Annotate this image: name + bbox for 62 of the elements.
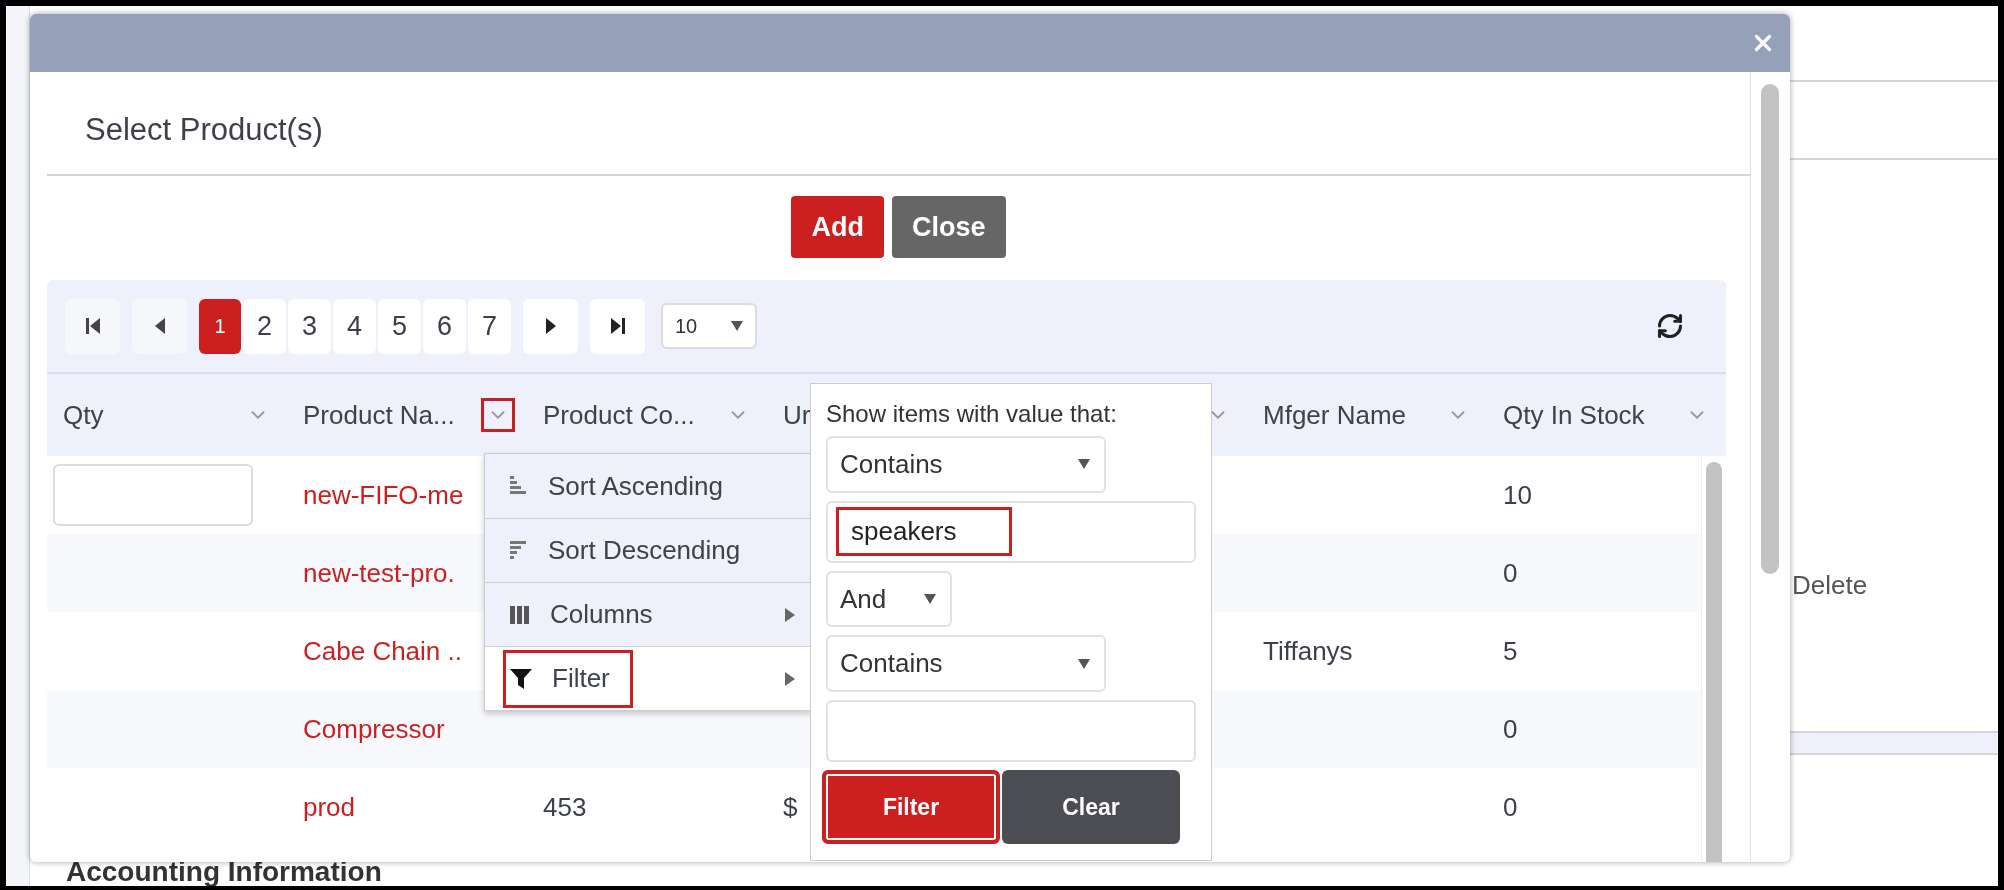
scrollbar-thumb[interactable] (1706, 462, 1722, 862)
table-cell: 0 (1503, 791, 1518, 823)
modal-title: Select Product(s) (85, 112, 323, 148)
product-name-link[interactable]: new-test-pro. (303, 557, 455, 589)
filter-value-field[interactable] (826, 700, 1196, 763)
page-button[interactable]: 7 (468, 298, 511, 354)
column-header: Product Co... (543, 399, 695, 431)
page-button[interactable]: 1 (199, 298, 241, 354)
table-cell: 10 (1503, 479, 1532, 511)
clear-button[interactable]: Clear (1002, 770, 1180, 845)
product-name-link[interactable]: Compressor (303, 713, 445, 745)
submenu-arrow-icon (785, 671, 795, 686)
first-page-button[interactable] (65, 298, 120, 354)
page-button[interactable]: 6 (423, 298, 466, 354)
delete-link[interactable]: Delete (1792, 570, 1868, 601)
table-cell: 0 (1503, 713, 1518, 745)
page-button[interactable]: 5 (378, 298, 421, 354)
submenu-arrow-icon (785, 607, 795, 622)
product-name-link[interactable]: prod (303, 791, 356, 823)
close-button[interactable]: Close (891, 196, 1006, 258)
caret-icon (1078, 459, 1090, 470)
logic-select[interactable]: And (826, 570, 952, 628)
previous-page-button[interactable] (132, 298, 187, 354)
caret-icon (731, 321, 743, 331)
menu-item[interactable]: Sort Ascending (503, 457, 746, 515)
column-header: Product Na... (303, 399, 455, 431)
column-header: Mfger Name (1263, 399, 1407, 431)
menu-item[interactable]: Columns (503, 585, 676, 644)
table-cell: Tiffanys (1263, 635, 1353, 667)
menu-item[interactable]: Sort Descending (503, 521, 764, 580)
filter-prompt: Show items with value that: (826, 400, 1118, 428)
column-header: Qty (63, 399, 104, 431)
caret-icon (1078, 658, 1090, 669)
scrollbar-thumb[interactable] (1761, 84, 1779, 574)
filter-button[interactable]: Filter (822, 770, 1000, 845)
columns-icon (510, 605, 530, 624)
add-button[interactable]: Add (791, 196, 884, 258)
menu-item[interactable]: Filter (503, 649, 633, 708)
last-page-button[interactable] (590, 298, 645, 354)
sort-descending-icon (510, 540, 528, 561)
filter-value-field[interactable]: speakers (826, 500, 1196, 563)
last-page-icon (609, 317, 626, 335)
page-button[interactable]: 2 (243, 298, 286, 354)
column-header: Qty In Stock (1503, 399, 1645, 431)
page-size-select[interactable]: 10 (661, 303, 757, 349)
column-header: Ur (783, 399, 811, 431)
page-button[interactable]: 3 (288, 298, 331, 354)
table-cell: $ (783, 791, 798, 823)
operator-select[interactable]: Contains (826, 635, 1106, 693)
next-page-button[interactable] (523, 298, 578, 354)
column-menu-button[interactable] (481, 398, 515, 432)
caret-icon (924, 594, 936, 604)
product-name-link[interactable]: new-FIFO-me (303, 479, 464, 511)
table-cell: 453 (543, 791, 587, 823)
product-name-link[interactable]: Cabe Chain .. (303, 635, 462, 667)
qty-field[interactable] (53, 464, 253, 526)
operator-select[interactable]: Contains (826, 436, 1106, 493)
first-page-icon (84, 317, 101, 335)
page-button[interactable]: 4 (333, 298, 376, 354)
table-cell: 0 (1503, 557, 1518, 589)
table-cell: 5 (1503, 635, 1518, 667)
sort-ascending-icon (510, 476, 528, 496)
